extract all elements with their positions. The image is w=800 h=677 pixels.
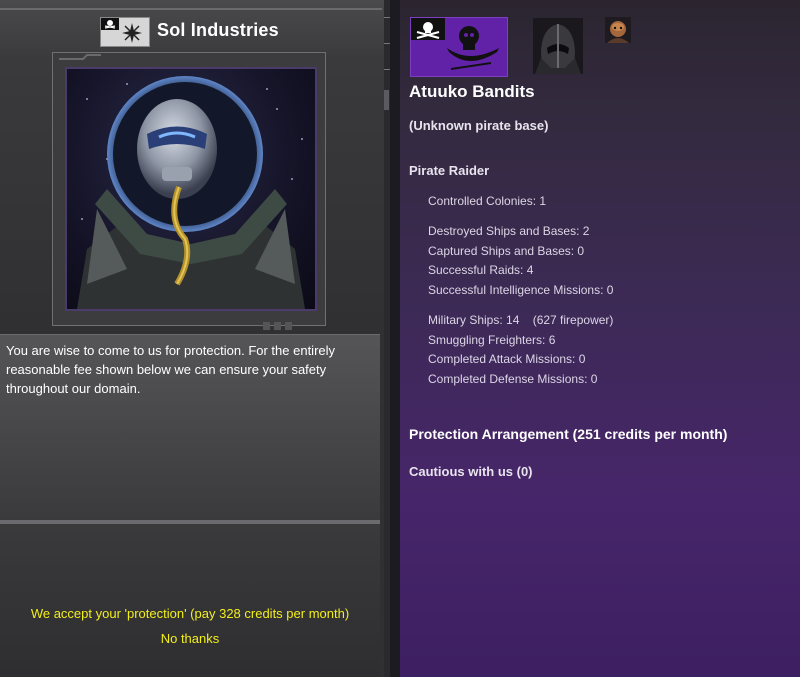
faction-name: Atuuko Bandits xyxy=(409,82,535,101)
faction-panel: Atuuko Bandits (Unknown pirate base) Pir… xyxy=(400,0,800,677)
pirate-skull-flag-icon xyxy=(100,17,150,47)
protection-arrangement: Protection Arrangement (251 credits per … xyxy=(409,426,728,442)
faction-type: Pirate Raider xyxy=(409,163,490,178)
no-thanks-option[interactable]: No thanks xyxy=(0,631,380,646)
portrait-frame xyxy=(52,52,326,330)
accept-protection-option[interactable]: We accept your 'protection' (pay 328 cre… xyxy=(0,606,380,621)
frame-decoration-icon xyxy=(59,54,101,60)
empire-name: Sol Industries xyxy=(157,20,279,40)
scroll-tick xyxy=(384,69,390,70)
message-text: You are wise to come to us for protectio… xyxy=(6,343,336,396)
pirate-leader-helmet-portrait xyxy=(65,67,317,311)
left-panel: Sol Industries You are wise to come to u… xyxy=(0,0,386,677)
stat-intel: Successful Intelligence Missions: 0 xyxy=(428,283,614,297)
stat-destroyed: Destroyed Ships and Bases: 2 xyxy=(428,224,590,238)
scrollbar-thumb[interactable] xyxy=(384,90,389,110)
stat-defense: Completed Defense Missions: 0 xyxy=(428,372,598,386)
relation-status: Cautious with us (0) xyxy=(409,464,533,479)
stat-attack: Completed Attack Missions: 0 xyxy=(428,352,586,366)
skull-crossbones-flag-icon xyxy=(410,17,508,77)
response-area: We accept your 'protection' (pay 328 cre… xyxy=(0,524,380,677)
empire-header: Sol Industries xyxy=(0,10,380,50)
scroll-tick xyxy=(384,43,390,44)
scroll-tick xyxy=(384,17,390,18)
stat-military: Military Ships: 14 (627 firepower) xyxy=(428,313,614,327)
base-type: (Unknown pirate base) xyxy=(409,118,549,133)
stat-controlled-colonies: Controlled Colonies: 1 xyxy=(428,194,547,208)
frame-marks xyxy=(263,315,307,330)
message-box: You are wise to come to us for protectio… xyxy=(0,334,380,521)
stat-smuggling: Smuggling Freighters: 6 xyxy=(428,333,556,347)
alien-portrait-icon xyxy=(605,17,631,43)
stat-raids: Successful Raids: 4 xyxy=(428,263,534,277)
armored-helmet-portrait-icon xyxy=(533,18,583,74)
stat-captured: Captured Ships and Bases: 0 xyxy=(428,244,585,258)
